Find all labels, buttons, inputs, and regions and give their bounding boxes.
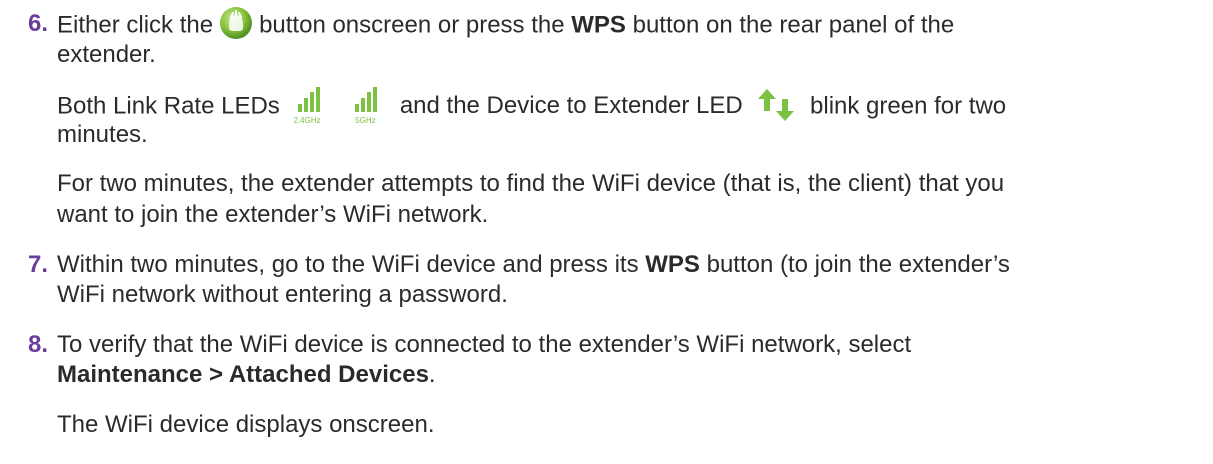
step-6-paragraph-3-line-2: want to join the extender’s WiFi network… (57, 201, 489, 228)
wps-icon (219, 6, 253, 40)
led-label-5ghz: 5GHz (355, 116, 376, 125)
signal-bars-icon: 5GHz (349, 87, 385, 125)
step-7-line-2: WiFi network without entering a password… (57, 281, 508, 308)
step-number: 8. (28, 331, 49, 358)
menu-path: Maintenance > Attached Devices (57, 361, 429, 388)
signal-bars-icon: 2.4GHz (292, 87, 328, 125)
step-8-paragraph-2: The WiFi device displays onscreen. (57, 411, 435, 438)
step-6-paragraph-3-line-1: For two minutes, the extender attempts t… (57, 170, 1005, 197)
step-number: 7. (28, 251, 49, 278)
step-7-line-1: Within two minutes, go to the WiFi devic… (57, 251, 1010, 278)
up-down-arrows-icon (757, 87, 795, 123)
step-6-led-paragraph: Both Link Rate LEDs 2.4GHz 5GHz and the … (57, 87, 1006, 125)
step-6-led-paragraph-line-2: minutes. (57, 121, 148, 148)
step-number: 6. (28, 10, 49, 37)
step-8-line-1: To verify that the WiFi device is connec… (57, 331, 912, 358)
step-6-line-2: extender. (57, 41, 156, 68)
step-8-line-2: Maintenance > Attached Devices. (57, 361, 436, 388)
led-label-2-4ghz: 2.4GHz (293, 116, 321, 125)
step-6-line-1: Either click the button onscreen or pres… (57, 6, 954, 43)
